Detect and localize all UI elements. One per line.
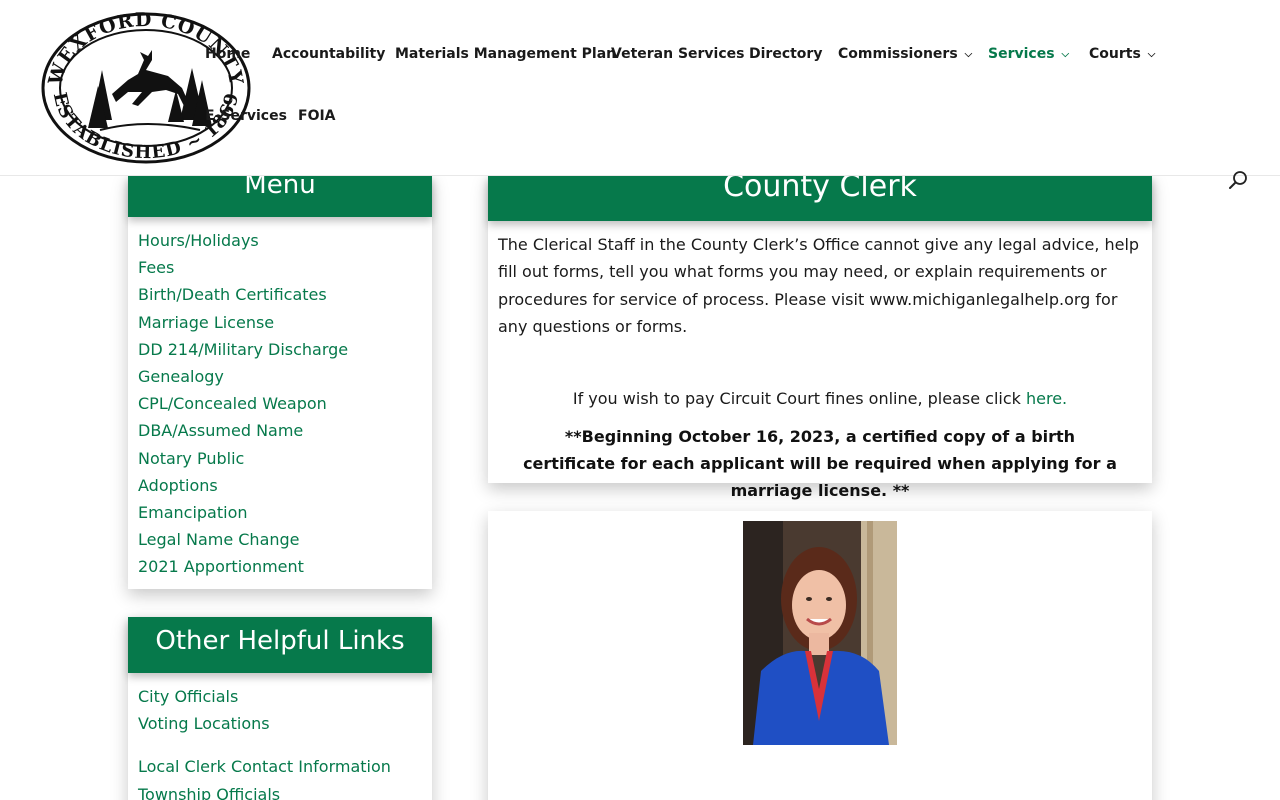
nav-accountability[interactable]: Accountability — [272, 46, 385, 62]
menu-link-dd214-military-discharge[interactable]: DD 214/Military Discharge — [138, 336, 432, 363]
menu-link-marriage-license[interactable]: Marriage License — [138, 309, 432, 336]
pay-fines-text: If you wish to pay Circuit Court fines o… — [572, 388, 1026, 408]
link-voting-locations[interactable]: Voting Locations — [138, 710, 432, 737]
chevron-down-icon: ⌵ — [964, 49, 973, 60]
menu-link-fees[interactable]: Fees — [138, 254, 432, 281]
nav-foia[interactable]: FOIA — [298, 108, 336, 124]
nav-services[interactable]: Services ⌵ — [988, 46, 1069, 62]
menu-link-cpl-concealed-weapon[interactable]: CPL/Concealed Weapon — [138, 390, 432, 417]
menu-link-hours-holidays[interactable]: Hours/Holidays — [138, 227, 432, 254]
nav-courts-label: Courts — [1089, 46, 1141, 62]
nav-home[interactable]: Home — [205, 46, 250, 62]
menu-list: Hours/Holidays Fees Birth/Death Certific… — [128, 217, 432, 581]
page-title: County Clerk — [488, 172, 1152, 221]
nav-veteran-services[interactable]: Veteran Services — [611, 46, 744, 62]
county-clerk-panel: County Clerk The Clerical Staff in the C… — [488, 172, 1152, 500]
menu-title: Menu — [128, 172, 432, 217]
menu-link-dba-assumed-name[interactable]: DBA/Assumed Name — [138, 417, 432, 444]
chevron-down-icon: ⌵ — [1147, 49, 1156, 60]
nav-commissioners-label: Commissioners — [838, 46, 958, 62]
marriage-license-notice: **Beginning October 16, 2023, a certifie… — [523, 426, 1117, 500]
menu-link-emancipation[interactable]: Emancipation — [138, 499, 432, 526]
nav-courts[interactable]: Courts ⌵ — [1089, 46, 1155, 62]
other-links-title: Other Helpful Links — [128, 617, 432, 673]
menu-link-birth-death-certificates[interactable]: Birth/Death Certificates — [138, 281, 432, 308]
menu-link-notary-public[interactable]: Notary Public — [138, 445, 432, 472]
menu-link-2021-apportionment[interactable]: 2021 Apportionment — [138, 553, 432, 580]
menu-link-genealogy[interactable]: Genealogy — [138, 363, 432, 390]
nav-directory[interactable]: Directory — [749, 46, 822, 62]
search-icon[interactable] — [1228, 170, 1250, 192]
nav-commissioners[interactable]: Commissioners ⌵ — [838, 46, 972, 62]
site-header: WEXFORD COUNTY ESTABLISHED ~ 1869 Home A… — [0, 0, 1280, 176]
menu-panel: Menu Hours/Holidays Fees Birth/Death Cer… — [128, 172, 432, 589]
menu-link-legal-name-change[interactable]: Legal Name Change — [138, 526, 432, 553]
pay-fines-line: If you wish to pay Circuit Court fines o… — [498, 389, 1142, 408]
link-local-clerk-contact[interactable]: Local Clerk Contact Information — [138, 753, 432, 780]
clerk-portrait-photo — [743, 521, 897, 745]
menu-link-adoptions[interactable]: Adoptions — [138, 472, 432, 499]
pay-fines-link[interactable]: here. — [1026, 389, 1067, 408]
clerk-photo-panel — [488, 511, 1152, 800]
other-links-list: City Officials Voting Locations Local Cl… — [128, 673, 432, 800]
nav-e-services[interactable]: E-Services — [205, 108, 287, 124]
other-links-panel: Other Helpful Links City Officials Votin… — [128, 617, 432, 800]
county-seal-logo[interactable]: WEXFORD COUNTY ESTABLISHED ~ 1869 — [40, 9, 256, 166]
nav-services-label: Services — [988, 46, 1055, 62]
link-city-officials[interactable]: City Officials — [138, 683, 432, 710]
legal-advice-disclaimer: The Clerical Staff in the County Clerk’s… — [498, 235, 1140, 337]
nav-materials-management-plan[interactable]: Materials Management Plan — [395, 46, 616, 62]
chevron-down-icon: ⌵ — [1061, 49, 1070, 60]
link-township-officials[interactable]: Township Officials — [138, 781, 432, 800]
